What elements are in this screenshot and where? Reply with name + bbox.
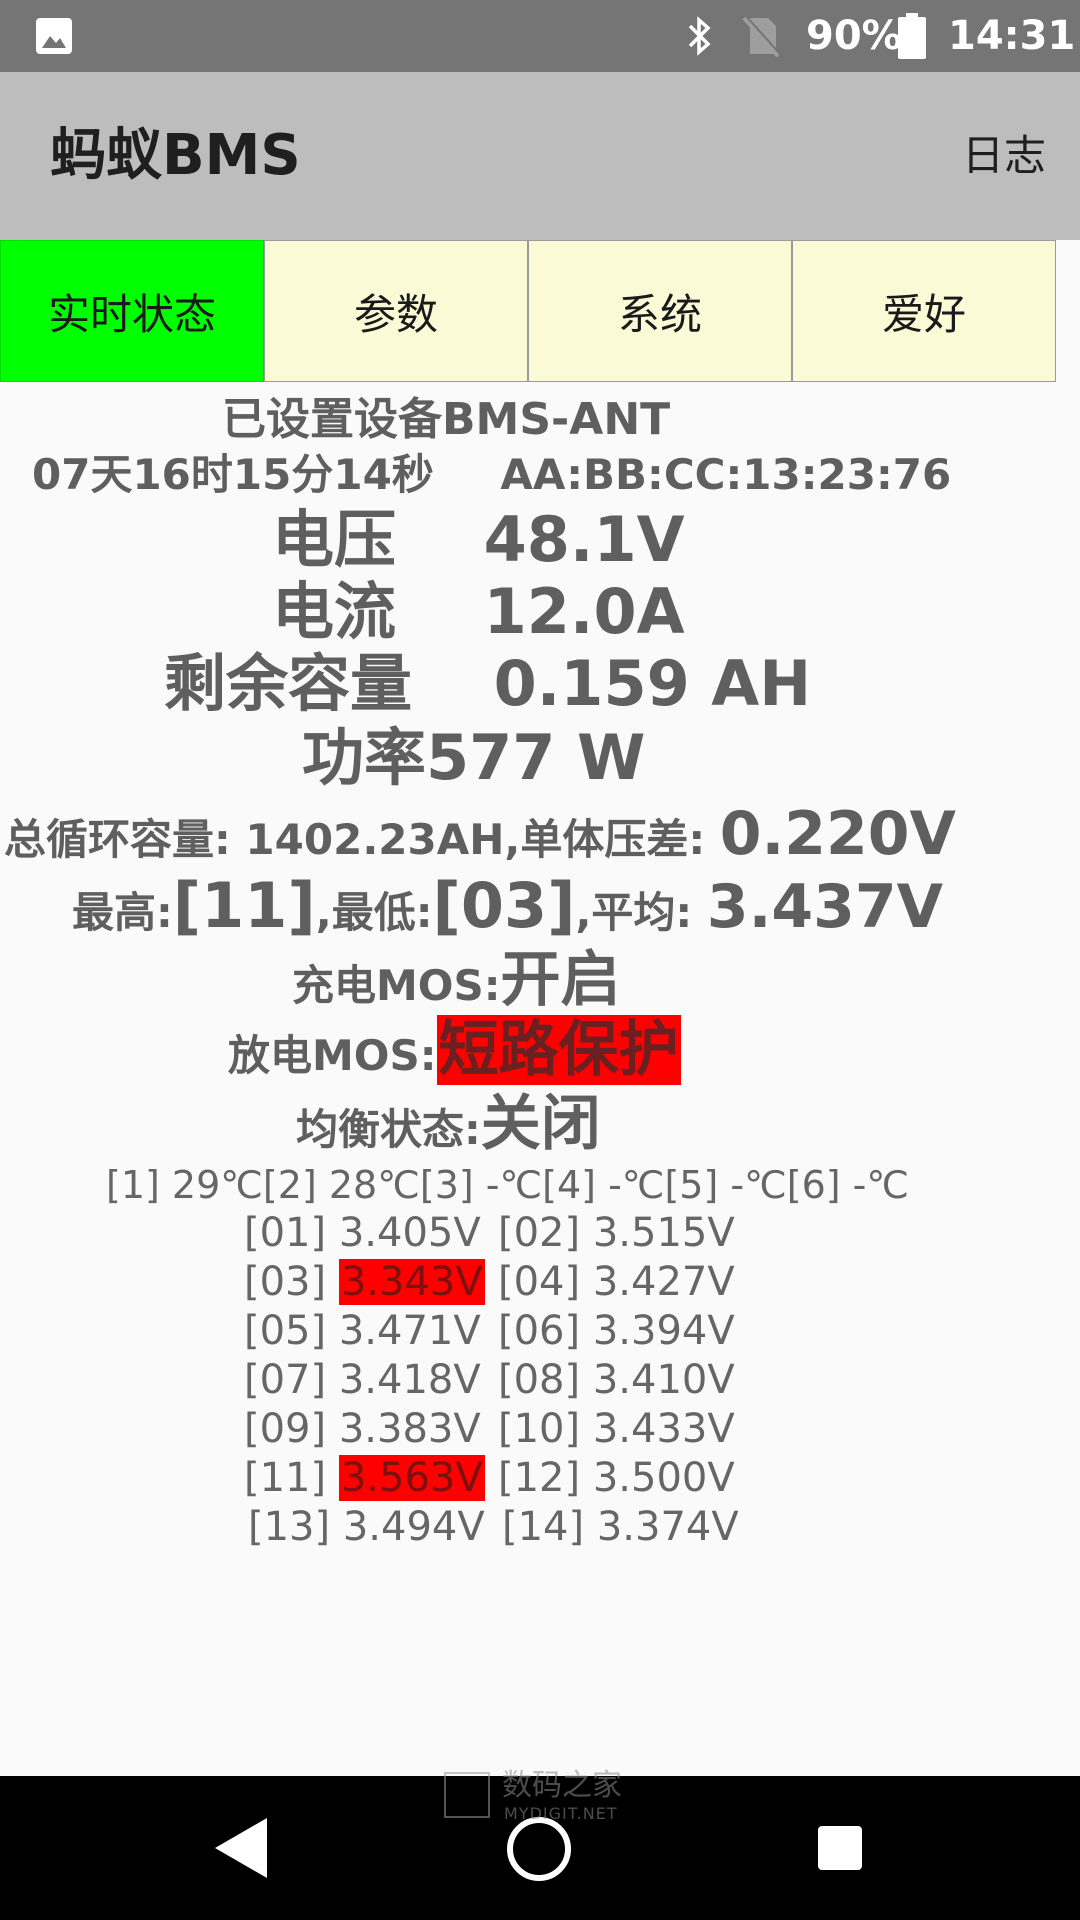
max-label: 最高: bbox=[72, 888, 173, 937]
cell-voltage-item: [02] 3.515V bbox=[498, 1210, 735, 1256]
cell-voltage-item: [13] 3.494V bbox=[248, 1504, 485, 1550]
cycle-line: 总循环容量: 1402.23AH,单体压差: 0.220V bbox=[4, 798, 956, 876]
tab-bar: 实时状态 参数 系统 爱好 bbox=[0, 240, 1056, 384]
discharge-mos-line: 放电MOS:短路保护 bbox=[228, 1014, 681, 1092]
device-line: 已设置设备BMS-ANT bbox=[222, 390, 670, 450]
cell-voltage-item: [05] 3.471V bbox=[244, 1308, 481, 1354]
capacity-value: 0.159 AH bbox=[493, 647, 812, 720]
avg-label: ,平均: bbox=[575, 888, 707, 937]
balance-label: 均衡状态: bbox=[296, 1105, 481, 1154]
power-line: 功率577 W bbox=[302, 722, 645, 794]
voltage-label: 电压 bbox=[272, 503, 397, 576]
power-value: 577 W bbox=[426, 721, 646, 794]
cell-voltage-item: [04] 3.427V bbox=[498, 1259, 735, 1305]
cell-highest-highlight: 3.563V bbox=[338, 1455, 485, 1501]
avg-value: 3.437V bbox=[706, 872, 944, 942]
cell-voltage-item: [06] 3.394V bbox=[498, 1308, 735, 1354]
gallery-notification-icon bbox=[36, 18, 72, 54]
device-name: 已设置设备BMS-ANT bbox=[222, 394, 671, 445]
no-sim-icon bbox=[742, 15, 780, 58]
current-label: 电流 bbox=[272, 575, 397, 648]
charge-mos-label: 充电MOS: bbox=[292, 961, 501, 1010]
capacity-label: 剩余容量 bbox=[164, 647, 413, 720]
cell-voltage-item: [03] 3.343V bbox=[244, 1259, 485, 1305]
back-icon[interactable] bbox=[215, 1818, 267, 1878]
cell-voltage-item: [09] 3.383V bbox=[244, 1406, 481, 1452]
discharge-mos-label: 放电MOS: bbox=[228, 1031, 437, 1080]
cycle-value: 1402.23AH, bbox=[245, 815, 521, 864]
min-cell: [03] bbox=[432, 869, 576, 942]
app-title: 蚂蚁BMS bbox=[50, 123, 301, 188]
current-value: 12.0A bbox=[483, 575, 685, 648]
cell-voltage-item: [11] 3.563V bbox=[244, 1455, 485, 1501]
battery-icon bbox=[898, 13, 926, 59]
cell-lowest-highlight: 3.343V bbox=[338, 1259, 485, 1305]
min-max-line: 最高:[11],最低:[03],平均: 3.437V bbox=[72, 870, 943, 949]
recent-apps-icon[interactable] bbox=[818, 1826, 862, 1870]
cycle-label: 总循环容量: bbox=[4, 815, 246, 864]
watermark-logo-icon bbox=[444, 1772, 490, 1818]
charge-mos-line: 充电MOS:开启 bbox=[292, 944, 621, 1022]
log-button[interactable]: 日志 bbox=[958, 130, 1050, 182]
watermark: 数码之家 MYDIGIT.NET bbox=[444, 1768, 644, 1828]
capacity-line: 剩余容量 0.159 AH bbox=[164, 648, 811, 720]
cell-voltage-item: [08] 3.410V bbox=[498, 1357, 735, 1403]
balance-value: 关闭 bbox=[480, 1089, 601, 1159]
power-label: 功率 bbox=[302, 721, 427, 794]
tab-realtime-status[interactable]: 实时状态 bbox=[0, 240, 264, 382]
cell-voltage-item: [01] 3.405V bbox=[244, 1210, 481, 1256]
status-bar: 90% 14:31 bbox=[0, 0, 1080, 72]
current-line: 电流 12.0A bbox=[272, 576, 685, 648]
min-label: ,最低: bbox=[315, 888, 433, 937]
charge-mos-value: 开启 bbox=[500, 945, 621, 1015]
max-cell: [11] bbox=[172, 869, 316, 942]
tab-hobby[interactable]: 爱好 bbox=[792, 240, 1056, 382]
bluetooth-icon bbox=[688, 16, 711, 56]
watermark-subtext: MYDIGIT.NET bbox=[504, 1804, 618, 1823]
balance-line: 均衡状态:关闭 bbox=[296, 1088, 601, 1166]
mac-address: AA:BB:CC:13:23:76 bbox=[500, 450, 952, 499]
voltage-value: 48.1V bbox=[483, 503, 685, 576]
clock: 14:31 bbox=[948, 13, 1076, 59]
discharge-mos-value: 短路保护 bbox=[436, 1015, 681, 1085]
cell-voltage-item: [14] 3.374V bbox=[502, 1504, 739, 1550]
tab-parameters[interactable]: 参数 bbox=[264, 240, 528, 382]
uptime-line: 07天16时15分14秒 AA:BB:CC:13:23:76 bbox=[32, 447, 951, 503]
diff-value: 0.220V bbox=[719, 799, 956, 869]
cell-voltage-item: [10] 3.433V bbox=[498, 1406, 735, 1452]
voltage-line: 电压 48.1V bbox=[272, 504, 685, 576]
uptime-value: 07天16时15分14秒 bbox=[32, 450, 434, 499]
diff-label: 单体压差: bbox=[520, 815, 720, 864]
temperature-line: [1] 29℃[2] 28℃[3] -℃[4] -℃[5] -℃[6] -℃ bbox=[106, 1163, 910, 1207]
cell-voltage-item: [07] 3.418V bbox=[244, 1357, 481, 1403]
app-bar: 蚂蚁BMS 日志 bbox=[0, 72, 1080, 240]
battery-percent: 90% bbox=[806, 13, 902, 59]
tab-system[interactable]: 系统 bbox=[528, 240, 792, 382]
cell-voltage-item: [12] 3.500V bbox=[498, 1455, 735, 1501]
watermark-text: 数码之家 bbox=[502, 1768, 622, 1803]
